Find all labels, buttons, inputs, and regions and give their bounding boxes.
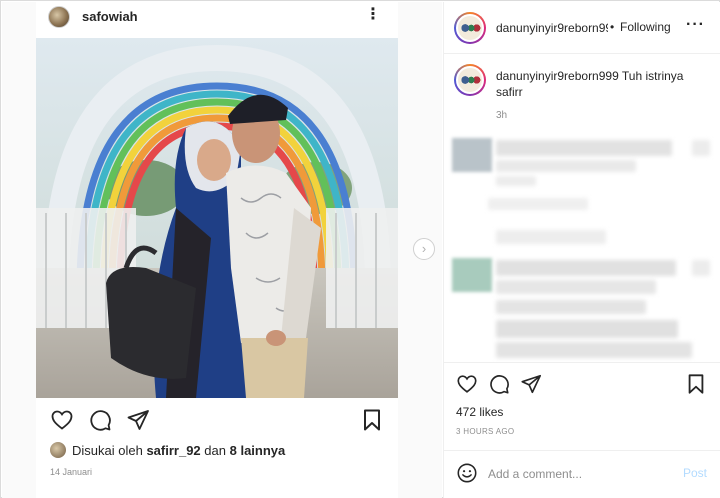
header-avatar[interactable] — [454, 12, 486, 44]
blurred-view-replies — [488, 198, 588, 210]
embedded-heart-icon — [51, 410, 73, 430]
caption-avatar-image — [456, 66, 484, 94]
blurred-like-icon — [692, 260, 710, 276]
liked-others: 8 lainnya — [229, 443, 286, 458]
embedded-date: 14 Januari — [50, 467, 93, 477]
post-details-panel: danunyinyir9reborn999 • Following ··· da… — [443, 2, 720, 498]
header-avatar-image — [456, 14, 484, 42]
caption-text-block: danunyinyir9reborn999 Tuh istrinya safir… — [496, 68, 706, 100]
share-icon[interactable] — [520, 373, 542, 395]
blurred-comment-line — [496, 342, 692, 358]
embedded-share-icon — [127, 410, 149, 430]
likes-count[interactable]: 472 likes — [456, 405, 503, 419]
blurred-comment-line — [496, 300, 646, 314]
blurred-comment-line — [496, 260, 676, 276]
post-time-ago: 3 HOURS AGO — [456, 427, 515, 436]
post-dialog: safowiah ⋮ Disukai oleh safirr_92 dan 8 … — [0, 0, 720, 498]
post-header: danunyinyir9reborn999 • Following ··· — [444, 2, 720, 54]
blurred-comment-avatar — [452, 258, 492, 292]
embedded-liked-by: Disukai oleh safirr_92 dan 8 lainnya — [50, 442, 285, 460]
blurred-comment-meta — [496, 176, 536, 186]
blurred-comment-line — [496, 140, 672, 156]
embedded-post-screenshot: safowiah ⋮ Disukai oleh safirr_92 dan 8 … — [36, 2, 398, 498]
blurred-comment-avatar — [452, 138, 492, 172]
add-comment-bar: Post — [444, 450, 720, 498]
blurred-reply-line — [496, 230, 606, 244]
embedded-more-icon: ⋮ — [365, 6, 381, 23]
post-actions — [444, 362, 720, 402]
like-heart-icon[interactable] — [456, 373, 478, 395]
comment-input[interactable] — [488, 463, 668, 485]
next-media-chevron-icon[interactable]: › — [413, 238, 435, 260]
embedded-comment-icon — [90, 410, 111, 431]
save-bookmark-icon[interactable] — [685, 373, 707, 395]
caption-username[interactable]: danunyinyir9reborn999 — [496, 69, 619, 83]
embedded-avatar — [48, 6, 70, 28]
blurred-comment-line — [496, 320, 678, 338]
liker-avatar — [50, 442, 66, 458]
caption-avatar[interactable] — [454, 64, 486, 96]
caption-time: 3h — [496, 110, 508, 121]
liked-and: dan — [204, 443, 226, 458]
embedded-username: safowiah — [82, 9, 138, 24]
post-comment-button[interactable]: Post — [683, 466, 707, 480]
header-username[interactable]: danunyinyir9reborn999 — [496, 21, 608, 35]
emoji-icon[interactable] — [456, 462, 478, 484]
liked-user: safirr_92 — [146, 443, 201, 458]
blurred-comment-line — [496, 280, 656, 294]
embedded-actions — [36, 404, 398, 434]
couple-photo — [36, 38, 398, 398]
blurred-comment-line — [496, 160, 636, 172]
couple-photo-illustration — [36, 38, 398, 398]
following-button[interactable]: Following — [620, 20, 671, 34]
comment-icon[interactable] — [488, 373, 510, 395]
liked-prefix: Disukai oleh — [72, 443, 143, 458]
embedded-post-header: safowiah ⋮ — [36, 2, 398, 34]
post-media: safowiah ⋮ Disukai oleh safirr_92 dan 8 … — [2, 2, 442, 498]
header-separator: • — [610, 20, 615, 34]
more-options-icon[interactable]: ··· — [686, 16, 705, 34]
blurred-like-icon — [692, 140, 710, 156]
embedded-bookmark-icon — [364, 409, 380, 431]
